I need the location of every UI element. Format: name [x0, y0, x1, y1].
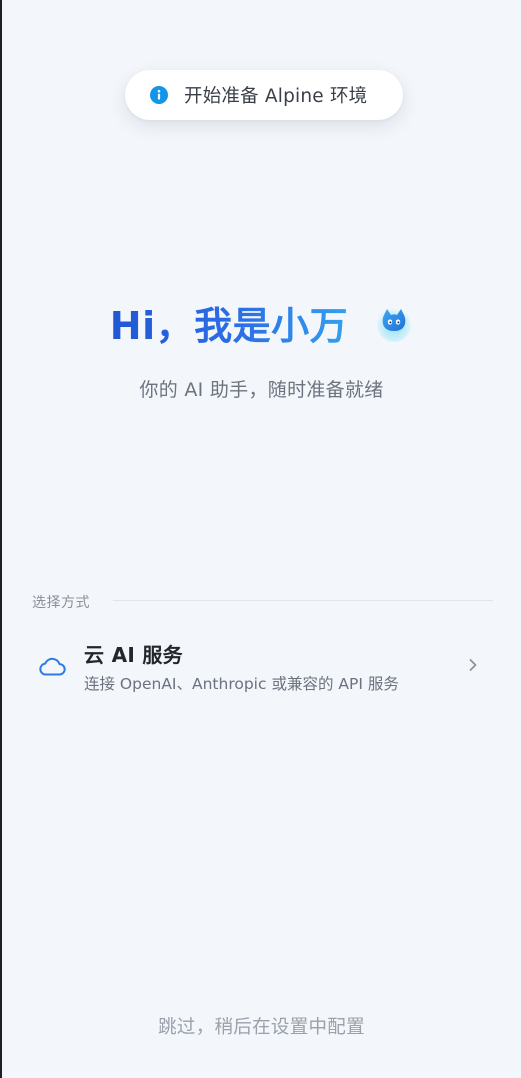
skip-setup-link[interactable]: 跳过，稍后在设置中配置: [2, 1013, 521, 1039]
section-label: 选择方式: [32, 595, 90, 611]
greeting-text: Hi，我是小万: [110, 295, 348, 350]
greeting-heading: Hi，我是小万: [2, 295, 521, 350]
cloud-icon: [39, 657, 66, 676]
toast-message: 开始准备 Alpine 环境: [184, 86, 368, 107]
mascot-icon: [377, 307, 412, 342]
onboarding-screen: 开始准备 Alpine 环境 Hi，我是小万 你的 AI 助手，随时准备就绪 选…: [2, 0, 521, 1078]
chevron-right-icon: [469, 659, 477, 671]
greeting-subtitle: 你的 AI 助手，随时准备就绪: [139, 379, 384, 401]
status-toast: 开始准备 Alpine 环境: [125, 70, 403, 120]
option-title: 云 AI 服务: [84, 643, 183, 667]
cloud-ai-service-option[interactable]: 云 AI 服务 连接 OpenAI、Anthropic 或兼容的 API 服务: [22, 628, 492, 704]
option-description: 连接 OpenAI、Anthropic 或兼容的 API 服务: [84, 675, 399, 693]
section-divider: [113, 600, 493, 601]
info-icon: [150, 86, 168, 104]
